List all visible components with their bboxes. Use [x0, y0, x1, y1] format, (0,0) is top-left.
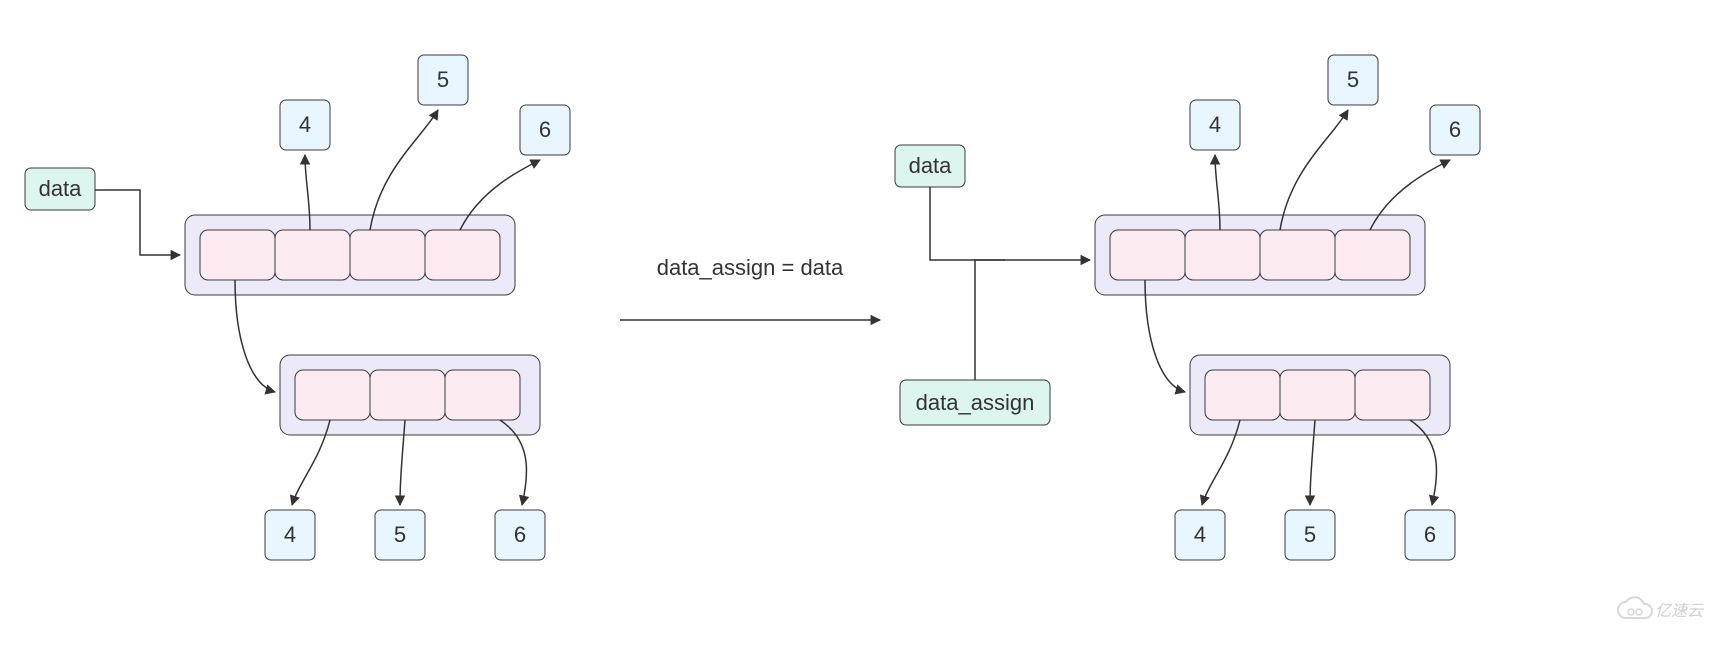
top-value-2-r: 6 [1449, 117, 1461, 142]
data-var-box-right: data [895, 145, 965, 187]
bottom-value-1-r: 5 [1304, 522, 1316, 547]
inner-slot-1 [370, 370, 445, 420]
state-right: data data_assign 4 5 6 [895, 55, 1480, 560]
top-value-box-1-right: 5 [1328, 55, 1378, 105]
bottom-value-box-1-right: 5 [1285, 510, 1335, 560]
bottom-value-box-0-left: 4 [265, 510, 315, 560]
inner-slot-0 [295, 370, 370, 420]
top-value-0-r: 4 [1209, 112, 1221, 137]
arrow-assign-branch [975, 260, 1005, 380]
data-assign-var-box: data_assign [900, 380, 1050, 425]
data-var-label: data [39, 176, 83, 201]
outer-slot-3 [425, 230, 500, 280]
inner-list-right [1190, 355, 1450, 435]
top-value-box-0-left: 4 [280, 100, 330, 150]
top-value-box-1-left: 5 [418, 55, 468, 105]
data-var-box-left: data [25, 168, 95, 210]
diagram-root: data 4 5 6 [0, 0, 1710, 646]
bottom-value-2-r: 6 [1424, 522, 1436, 547]
bottom-value-0-r: 4 [1194, 522, 1206, 547]
top-value-2: 6 [539, 117, 551, 142]
arrow-data-to-list-left [95, 190, 180, 255]
bottom-value-box-0-right: 4 [1175, 510, 1225, 560]
inner-slot-1-r [1280, 370, 1355, 420]
outer-slot-3-r [1335, 230, 1410, 280]
outer-slot-2-r [1260, 230, 1335, 280]
outer-slot-1-r [1185, 230, 1260, 280]
data-assign-label: data_assign [916, 390, 1035, 415]
inner-slot-2-r [1355, 370, 1430, 420]
top-value-box-2-left: 6 [520, 105, 570, 155]
outer-slot-0-r [1110, 230, 1185, 280]
inner-slot-2 [445, 370, 520, 420]
top-value-box-0-right: 4 [1190, 100, 1240, 150]
arrow-slot0-inner-left [235, 280, 275, 392]
bottom-value-box-2-right: 6 [1405, 510, 1455, 560]
top-value-box-2-right: 6 [1430, 105, 1480, 155]
watermark-text: 亿速云 [1655, 602, 1705, 620]
arrow-slot2-val5-left [370, 110, 438, 230]
top-value-1: 5 [437, 67, 449, 92]
inner-list-left [280, 355, 540, 435]
arrow-slot0-inner-right [1145, 280, 1185, 392]
bottom-value-0: 4 [284, 522, 296, 547]
outer-slot-0 [200, 230, 275, 280]
bottom-value-box-2-left: 6 [495, 510, 545, 560]
bottom-value-1: 5 [394, 522, 406, 547]
arrow-data-branch [930, 187, 1005, 260]
inner-slot-0-r [1205, 370, 1280, 420]
watermark-cloud-icon [1618, 597, 1652, 618]
watermark: 亿速云 [1618, 597, 1705, 620]
top-value-1-r: 5 [1347, 67, 1359, 92]
arrow-slot2-val5-right [1280, 110, 1348, 230]
state-left: data 4 5 6 [25, 55, 570, 560]
bottom-value-2: 6 [514, 522, 526, 547]
data-var-label-right: data [909, 153, 953, 178]
transition: data_assign = data [620, 255, 880, 320]
assign-caption: data_assign = data [657, 255, 844, 280]
bottom-value-box-1-left: 5 [375, 510, 425, 560]
outer-slot-1 [275, 230, 350, 280]
top-value-0: 4 [299, 112, 311, 137]
outer-slot-2 [350, 230, 425, 280]
